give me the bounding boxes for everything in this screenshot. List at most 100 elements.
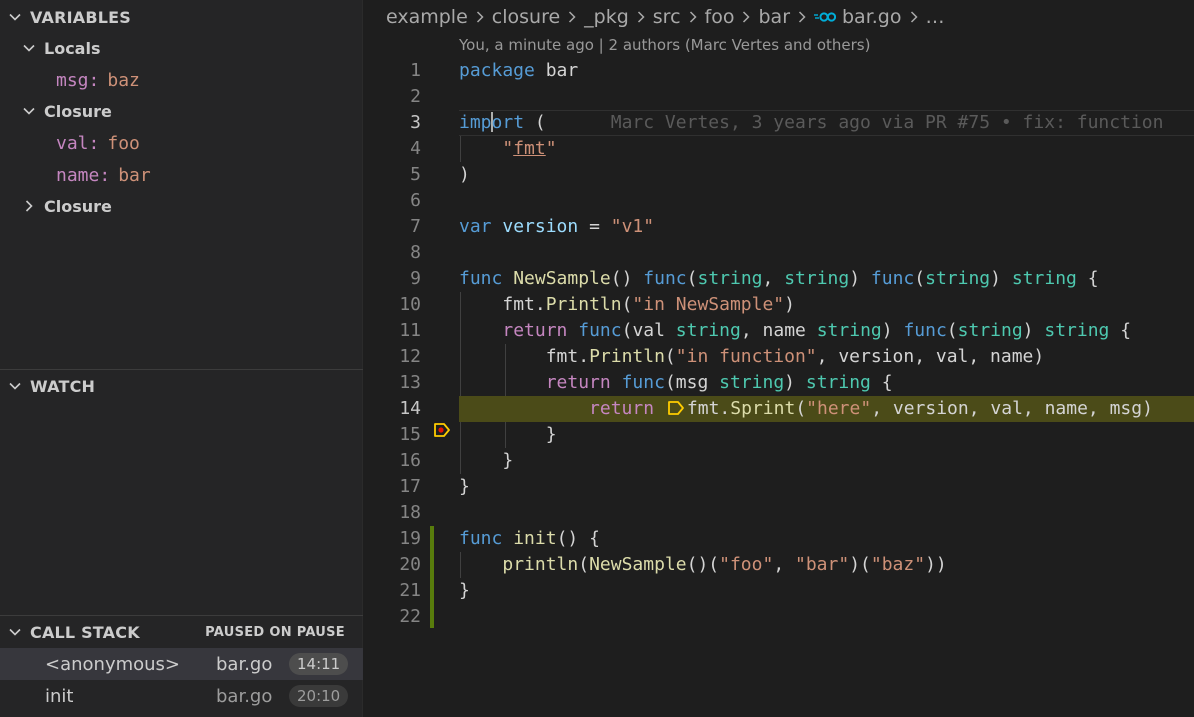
stack-frame-init[interactable]: init bar.go 20:10: [0, 680, 363, 712]
line-code: var version = "v1": [459, 216, 655, 237]
line-number: 13: [399, 372, 421, 393]
breadcrumb-item[interactable]: _pkg: [584, 6, 629, 28]
breadcrumb-item[interactable]: bar.go: [842, 6, 902, 28]
code-line[interactable]: 12 fmt.Println("in function", version, v…: [364, 344, 1194, 370]
go-file-icon: [814, 11, 836, 23]
code-line[interactable]: 15 }: [364, 422, 1194, 448]
line-number: 20: [399, 554, 421, 575]
code-line[interactable]: 9 func NewSample() func(string, string) …: [364, 266, 1194, 292]
line-number: 9: [410, 268, 421, 289]
call-stack-section-header[interactable]: CALL STACK PAUSED ON PAUSE: [0, 616, 363, 648]
blame-header-codelens[interactable]: You, a minute ago | 2 authors (Marc Vert…: [459, 36, 870, 54]
stack-frame-file: bar.go: [216, 653, 273, 675]
scope-closure[interactable]: Closure: [22, 96, 112, 126]
stack-frame-function: <anonymous>: [45, 653, 181, 675]
line-number: 18: [399, 502, 421, 523]
variables-section-header[interactable]: VARIABLES: [0, 1, 363, 33]
line-number: 3: [410, 112, 421, 133]
line-code: func init() {: [459, 528, 600, 549]
chevron-right-icon: [22, 199, 44, 213]
stack-frame-file: bar.go: [216, 685, 273, 707]
chevron-down-icon: [22, 104, 44, 118]
line-code: return fmt.Sprint("here", version, val, …: [459, 398, 1153, 422]
variable-name: msg: [56, 69, 89, 91]
code-line[interactable]: 16 }: [364, 448, 1194, 474]
line-code: func NewSample() func(string, string) fu…: [459, 268, 1099, 289]
code-line[interactable]: 11 return func(val string, name string) …: [364, 318, 1194, 344]
line-number: 17: [399, 476, 421, 497]
line-number: 5: [410, 164, 421, 185]
code-line[interactable]: 13 return func(msg string) string {: [364, 370, 1194, 396]
line-number: 2: [410, 86, 421, 107]
code-line[interactable]: 20 println(NewSample()("foo", "bar")("ba…: [364, 552, 1194, 578]
code-line-current[interactable]: 3 import ( Marc Vertes, 3 years ago via …: [364, 110, 1194, 136]
line-number: 8: [410, 242, 421, 263]
scope-label: Closure: [44, 196, 112, 216]
code-line[interactable]: 17 }: [364, 474, 1194, 500]
line-number: 16: [399, 450, 421, 471]
variable-msg[interactable]: msg: baz: [56, 65, 140, 95]
line-code: fmt.Println("in function", version, val,…: [545, 346, 1045, 367]
code-line[interactable]: 1 package bar: [364, 58, 1194, 84]
code-line[interactable]: 7 var version = "v1": [364, 214, 1194, 240]
line-code: return func(msg string) string {: [545, 372, 893, 393]
line-number: 21: [399, 580, 421, 601]
code-line[interactable]: 4 "fmt": [364, 136, 1194, 162]
chevron-down-icon: [0, 625, 30, 639]
scope-locals[interactable]: Locals: [22, 33, 100, 63]
inline-breakpoint-icon: [667, 399, 685, 422]
line-number: 1: [410, 60, 421, 81]
variable-val[interactable]: val: foo: [56, 128, 140, 158]
breadcrumb-item[interactable]: foo: [705, 6, 735, 28]
stack-frame-anonymous[interactable]: <anonymous> bar.go 14:11: [0, 648, 363, 680]
code-line[interactable]: 22: [364, 604, 1194, 630]
variable-name: val: [56, 132, 89, 154]
breadcrumb-item[interactable]: example: [386, 6, 468, 28]
code-line[interactable]: 8: [364, 240, 1194, 266]
chevron-right-icon: [567, 10, 577, 24]
line-number: 14: [399, 398, 421, 419]
stack-frame-position: 20:10: [289, 685, 349, 707]
chevron-right-icon: [741, 10, 751, 24]
chevron-right-icon: [475, 10, 485, 24]
line-code: }: [459, 476, 470, 497]
line-number: 15: [399, 424, 421, 445]
chevron-down-icon: [22, 41, 44, 55]
breadcrumb-item[interactable]: bar: [758, 6, 790, 28]
chevron-right-icon: [636, 10, 646, 24]
line-number: 4: [410, 138, 421, 159]
chevron-right-icon: [688, 10, 698, 24]
code-editor[interactable]: example closure _pkg src foo bar bar.go …: [364, 0, 1194, 717]
variable-name-var[interactable]: name: bar: [56, 160, 151, 190]
chevron-right-icon: [797, 10, 807, 24]
call-stack-status: PAUSED ON PAUSE: [205, 624, 345, 640]
line-number: 12: [399, 346, 421, 367]
line-number: 7: [410, 216, 421, 237]
breadcrumb: example closure _pkg src foo bar bar.go …: [386, 4, 945, 30]
code-line[interactable]: 18: [364, 500, 1194, 526]
code-line[interactable]: 6: [364, 188, 1194, 214]
line-code: "fmt": [502, 138, 557, 159]
code-line[interactable]: 21 }: [364, 578, 1194, 604]
variables-title: VARIABLES: [30, 7, 131, 27]
breadcrumb-item[interactable]: closure: [492, 6, 560, 28]
code-line[interactable]: 19 func init() {: [364, 526, 1194, 552]
scope-closure-collapsed[interactable]: Closure: [22, 191, 112, 221]
variable-value: baz: [107, 69, 140, 91]
code-line-paused[interactable]: 14 return fmt.Sprint("here", version, va…: [364, 396, 1194, 437]
breadcrumb-item[interactable]: …: [926, 6, 945, 28]
stack-frame-function: init: [45, 685, 74, 707]
line-number: 10: [399, 294, 421, 315]
line-code: }: [545, 424, 557, 445]
variable-value: foo: [107, 132, 140, 154]
code-line[interactable]: 5 ): [364, 162, 1194, 188]
code-line[interactable]: 10 fmt.Println("in NewSample"): [364, 292, 1194, 318]
line-code: }: [502, 450, 514, 471]
breadcrumb-item[interactable]: src: [653, 6, 681, 28]
line-number: 11: [399, 320, 421, 341]
line-code: ): [459, 164, 470, 185]
watch-section-header[interactable]: WATCH: [0, 370, 363, 402]
chevron-down-icon: [0, 379, 30, 393]
code-line[interactable]: 2: [364, 84, 1194, 110]
line-number: 22: [399, 606, 421, 627]
